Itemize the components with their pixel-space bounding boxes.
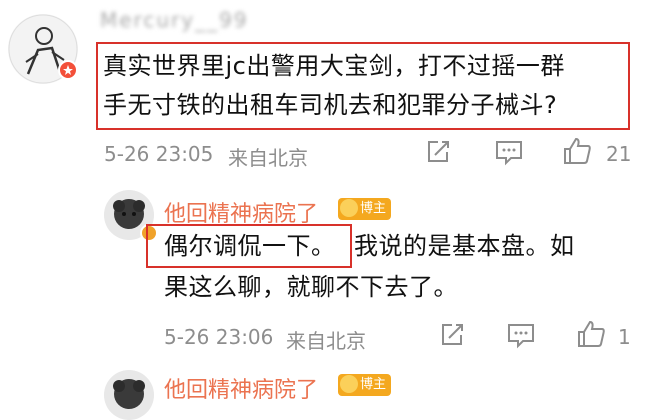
poodle-icon xyxy=(104,370,154,420)
comment-timestamp: 5-26 23:05 xyxy=(104,142,214,166)
reply-comment-button[interactable] xyxy=(506,321,536,353)
reply-like-count: 1 xyxy=(618,325,631,349)
like-count: 21 xyxy=(606,142,632,166)
comment-source: 来自北京 xyxy=(228,146,308,170)
reply2-author-name[interactable]: 他回精神病院了 xyxy=(164,372,318,404)
star-icon xyxy=(63,65,73,75)
reply-source: 来自北京 xyxy=(286,329,366,353)
reply-like-button[interactable] xyxy=(576,319,606,353)
reply-text-rest: 我说的是基本盘。如 xyxy=(354,232,575,260)
crown-icon xyxy=(340,199,358,217)
like-icon xyxy=(564,137,591,164)
blogger-badge-label: 博主 xyxy=(360,201,387,216)
reply-share-button[interactable] xyxy=(438,321,466,353)
comment-icon xyxy=(496,141,522,166)
reply-timestamp: 5-26 23:06 xyxy=(164,325,274,349)
reply2-avatar[interactable] xyxy=(104,370,154,420)
crown-icon xyxy=(340,375,358,393)
share-icon xyxy=(428,141,449,162)
like-button[interactable] xyxy=(562,136,592,170)
comment-button[interactable] xyxy=(494,138,524,170)
reply2-blogger-badge: 博主 xyxy=(338,374,392,396)
share-icon xyxy=(442,324,463,345)
comment-text-line2: 手无寸铁的出租车司机去和犯罪分子械斗? xyxy=(103,91,558,119)
reply-text-line2: 果这么聊，就聊不下去了。 xyxy=(164,273,458,301)
user-level-badge xyxy=(58,60,78,80)
comment-text-line1: 真实世界里jc出警用大宝剑，打不过摇一群 xyxy=(103,52,565,80)
like-icon xyxy=(578,320,605,347)
share-button[interactable] xyxy=(424,138,452,170)
blogger-badge: 博主 xyxy=(338,198,392,220)
reply-text-boxed: 偶尔调侃一下。 xyxy=(164,232,336,260)
commenter-username[interactable]: Mercury__99 xyxy=(100,8,249,32)
blogger-badge-label: 博主 xyxy=(360,377,387,392)
comment-icon xyxy=(508,324,534,349)
